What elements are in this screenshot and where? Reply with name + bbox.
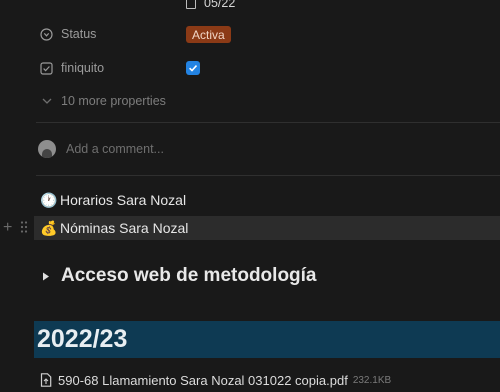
- status-label: Status: [61, 27, 97, 41]
- chevron-down-icon: [40, 95, 53, 108]
- finiquito-label: finiquito: [61, 61, 105, 75]
- file-size: 232.1KB: [352, 374, 392, 386]
- calendar-icon: [186, 0, 196, 9]
- date-property-row[interactable]: 05/22: [186, 0, 235, 12]
- page-link-label: Nóminas Sara Nozal: [60, 220, 189, 236]
- section-heading: 2022/23: [34, 321, 500, 358]
- more-properties-label: 10 more properties: [61, 94, 166, 108]
- status-badge-text: Activa: [192, 27, 225, 42]
- section-heading-title: 2022/23: [37, 325, 128, 353]
- page-link-horarios[interactable]: 🕐 Horarios Sara Nozal: [40, 190, 186, 210]
- add-block-icon[interactable]: +: [3, 218, 12, 238]
- clock-icon: 🕐: [40, 191, 58, 208]
- page-link-label: Horarios Sara Nozal: [60, 192, 187, 208]
- more-properties-toggle[interactable]: 10 more properties: [40, 90, 166, 112]
- money-bag-icon: 💰: [40, 219, 58, 236]
- status-property-row: Status: [40, 23, 96, 45]
- file-name: 590-68 Llamamiento Sara Nozal 031022 cop…: [58, 372, 348, 388]
- comments-divider: [36, 175, 500, 176]
- status-icon: [40, 27, 53, 41]
- toggle-heading[interactable]: Acceso web de metodología: [40, 263, 317, 289]
- toggle-heading-label: Acceso web de metodología: [61, 265, 317, 286]
- finiquito-checkbox[interactable]: [186, 61, 200, 75]
- avatar: [38, 140, 56, 158]
- comment-row[interactable]: Add a comment...: [38, 139, 164, 159]
- page-link-nominas[interactable]: 💰 Nóminas Sara Nozal: [40, 218, 188, 238]
- date-value: 05/22: [204, 0, 236, 10]
- drag-handle-icon[interactable]: [20, 220, 28, 234]
- triangle-right-icon[interactable]: [40, 272, 52, 281]
- finiquito-property-row: finiquito: [40, 57, 104, 79]
- checkbox-property-icon: [40, 61, 53, 75]
- file-attachment[interactable]: 590-68 Llamamiento Sara Nozal 031022 cop…: [40, 370, 391, 390]
- check-icon: [189, 65, 198, 72]
- file-icon: [40, 373, 52, 387]
- status-badge[interactable]: Activa: [186, 26, 231, 43]
- comment-input[interactable]: Add a comment...: [66, 142, 164, 156]
- properties-divider: [36, 122, 500, 123]
